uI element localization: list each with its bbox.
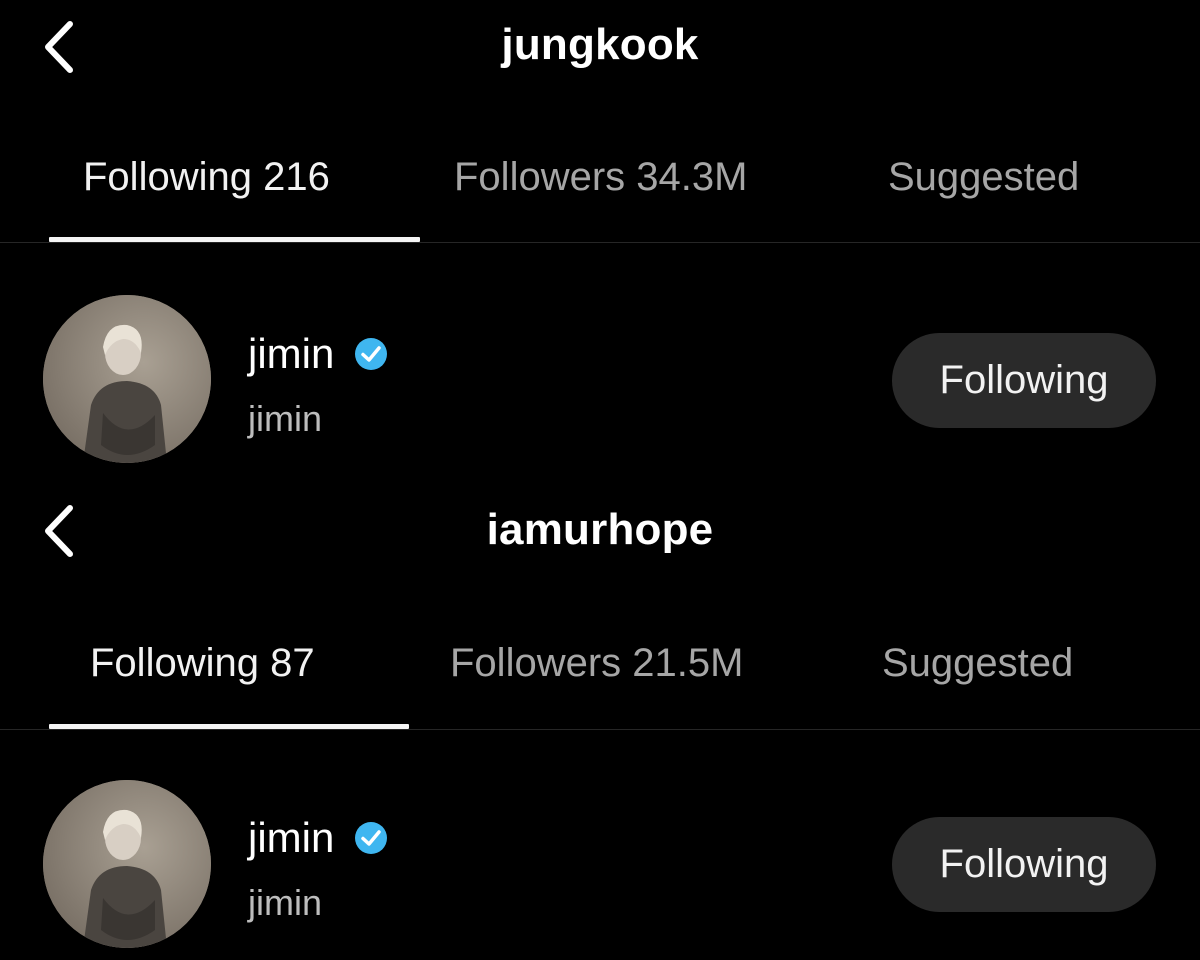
avatar-photo bbox=[43, 295, 211, 463]
display-name: jimin bbox=[248, 882, 323, 923]
tab-followers[interactable]: Followers 34.3M bbox=[454, 155, 747, 200]
tab-divider bbox=[0, 242, 1200, 243]
verified-badge-icon bbox=[355, 338, 387, 370]
following-screen-iamurhope: iamurhope Following 87 Followers 21.5M S… bbox=[0, 484, 1200, 960]
page-title: iamurhope bbox=[486, 505, 714, 554]
avatar[interactable] bbox=[43, 295, 211, 463]
following-screen-jungkook: jungkook Following 216 Followers 34.3M S… bbox=[0, 0, 1200, 480]
avatar[interactable] bbox=[43, 780, 211, 948]
page-title: jungkook bbox=[501, 20, 699, 69]
tab-suggested[interactable]: Suggested bbox=[882, 641, 1073, 686]
tab-suggested[interactable]: Suggested bbox=[888, 155, 1079, 200]
username[interactable]: jimin bbox=[248, 814, 334, 862]
verified-badge-icon bbox=[355, 822, 387, 854]
tab-divider bbox=[0, 729, 1200, 730]
active-tab-indicator bbox=[49, 724, 409, 729]
following-button[interactable]: Following bbox=[892, 333, 1156, 428]
active-tab-indicator bbox=[49, 237, 420, 242]
tab-following[interactable]: Following 216 bbox=[83, 155, 330, 200]
display-name: jimin bbox=[248, 398, 323, 439]
avatar-photo bbox=[43, 780, 211, 948]
following-button[interactable]: Following bbox=[892, 817, 1156, 912]
tab-followers[interactable]: Followers 21.5M bbox=[450, 641, 743, 686]
username[interactable]: jimin bbox=[248, 330, 334, 378]
tab-following[interactable]: Following 87 bbox=[90, 641, 315, 686]
